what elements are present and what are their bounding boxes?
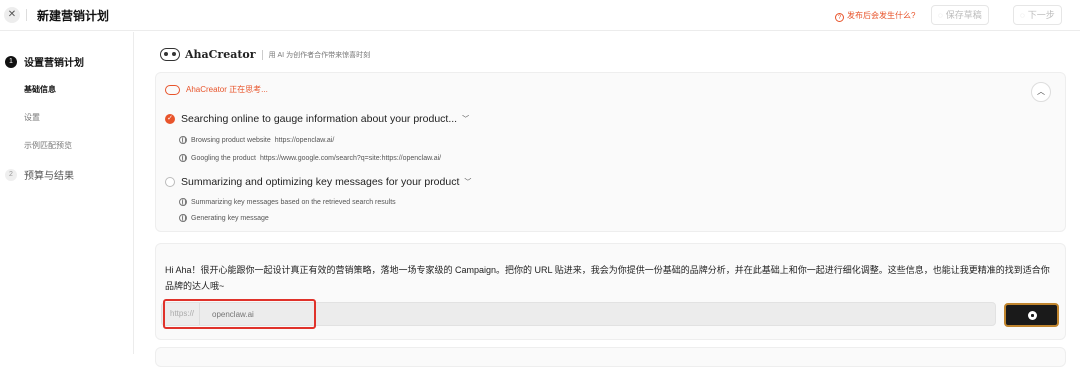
thinking-status: AhaCreator 正在思考... — [186, 85, 268, 94]
check-icon: ✓ — [165, 114, 175, 124]
brand-tagline: 用 AI 为创作者合作带来惊喜时刻 — [268, 51, 371, 59]
close-icon[interactable]: ✕ — [4, 7, 20, 23]
task-title: Summarizing and optimizing key messages … — [181, 176, 460, 188]
next-label: 下一步 — [1027, 10, 1055, 20]
task-step-text: Googling the product — [191, 154, 256, 162]
sidebar-item-settings[interactable]: 设置 — [24, 112, 40, 123]
task-title: Searching online to gauge information ab… — [181, 113, 458, 125]
brand-header: AhaCreator 用 AI 为创作者合作带来惊喜时刻 — [160, 48, 370, 61]
assistant-message: Hi Aha！很开心能跟你一起设计真正有效的营销策略，落地一场专家级的 Camp… — [165, 265, 1050, 291]
page-title: 新建营销计划 — [37, 9, 110, 23]
message-card: Hi Aha！很开心能跟你一起设计真正有效的营销策略，落地一场专家级的 Camp… — [155, 243, 1066, 340]
thinking-header: AhaCreator 正在思考... — [165, 84, 268, 95]
task-step-text: Browsing product website — [191, 136, 271, 144]
globe-icon — [179, 136, 187, 144]
step-label: 设置营销计划 — [24, 58, 84, 69]
next-button[interactable]: ◌ 下一步 — [1013, 5, 1062, 25]
task-step-url[interactable]: https://www.google.com/search?q=site:htt… — [260, 155, 441, 162]
save-draft-label: 保存草稿 — [945, 10, 982, 20]
next-card — [155, 347, 1066, 367]
stop-icon — [1028, 311, 1037, 320]
thinking-card: AhaCreator 正在思考... ︿ ✓ Searching online … — [155, 72, 1066, 232]
step-number: 1 — [5, 55, 17, 68]
task-step: Summarizing key messages based on the re… — [179, 198, 396, 206]
question-icon: ? — [835, 13, 844, 22]
task-step: Generating key message — [179, 214, 269, 222]
submit-button[interactable] — [1004, 303, 1059, 327]
pending-circle-icon — [165, 177, 175, 187]
task-summarize[interactable]: Summarizing and optimizing key messages … — [165, 176, 471, 188]
task-search[interactable]: ✓ Searching online to gauge information … — [165, 113, 469, 125]
chevron-up-icon: ︿ — [1037, 87, 1045, 96]
ahacreator-logo-icon — [160, 48, 180, 61]
task-step: Browsing product website https://opencla… — [179, 136, 334, 144]
chevron-down-icon: ﹀ — [462, 116, 470, 123]
save-draft-button[interactable]: ◌ 保存草稿 — [931, 5, 989, 25]
globe-icon — [179, 214, 187, 222]
task-step: Googling the product https://www.google.… — [179, 154, 441, 162]
highlight-box — [163, 299, 316, 329]
step-1[interactable]: 1 设置营销计划 — [5, 54, 84, 69]
chevron-down-icon: ﹀ — [464, 179, 472, 186]
sidebar-item-basic-info[interactable]: 基础信息 — [24, 84, 56, 95]
loading-icon: ◌ — [938, 11, 943, 20]
url-input-bar[interactable]: https:// — [161, 299, 996, 329]
sidebar-item-match-preview[interactable]: 示例匹配预览 — [24, 140, 72, 151]
globe-icon — [179, 198, 187, 206]
task-step-url[interactable]: https://openclaw.ai/ — [275, 137, 335, 144]
collapse-button[interactable]: ︿ — [1031, 82, 1051, 102]
help-link[interactable]: ? 发布后会发生什么? — [835, 10, 915, 22]
brand-name: AhaCreator — [185, 48, 256, 61]
task-step-text: Summarizing key messages based on the re… — [191, 198, 396, 206]
top-bar: ✕ 新建营销计划 ? 发布后会发生什么? ◌ 保存草稿 ◌ 下一步 — [0, 0, 1080, 31]
step-2[interactable]: 2 预算与结果 — [5, 167, 74, 182]
divider — [26, 9, 27, 21]
step-label: 预算与结果 — [24, 171, 74, 182]
globe-icon — [179, 154, 187, 162]
divider — [261, 49, 263, 60]
task-step-text: Generating key message — [191, 214, 269, 222]
sidebar: 1 设置营销计划 基础信息 设置 示例匹配预览 2 预算与结果 — [0, 32, 134, 354]
loading-icon: ◌ — [1020, 11, 1025, 20]
step-number: 2 — [5, 168, 17, 181]
help-link-label: 发布后会发生什么? — [847, 11, 916, 20]
ahacreator-logo-icon — [165, 84, 180, 95]
